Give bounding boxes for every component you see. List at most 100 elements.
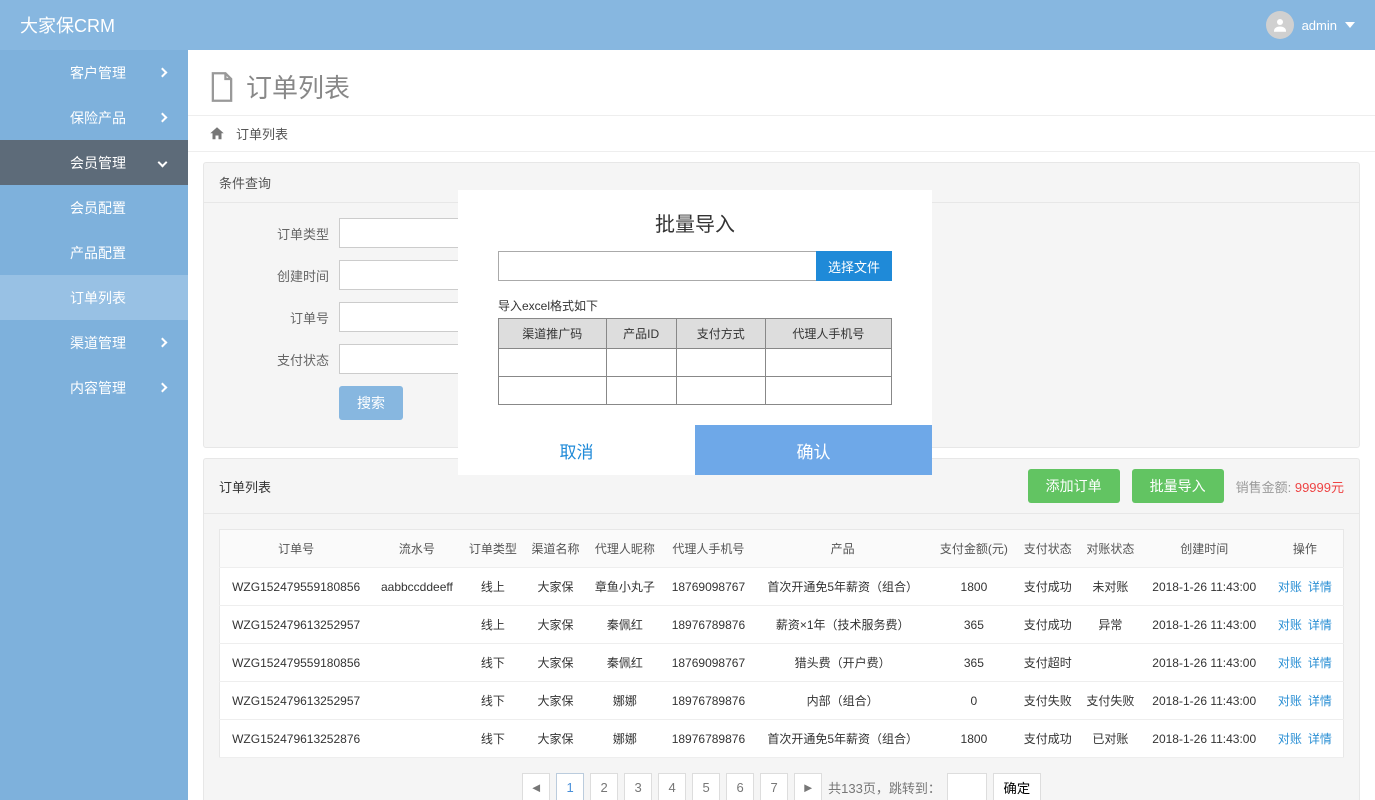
table-cell-actions: 对账详情 bbox=[1267, 644, 1344, 682]
table-cell: 2018-1-26 11:43:00 bbox=[1142, 568, 1267, 606]
example-header: 代理人手机号 bbox=[765, 319, 891, 349]
table-cell: WZG152479613252957 bbox=[220, 606, 373, 644]
table-cell: 猎头费（开户费） bbox=[754, 644, 931, 682]
table-cell bbox=[372, 720, 461, 758]
page-total-label: 共133页，跳转到： bbox=[828, 778, 941, 797]
sidebar-item-label: 渠道管理 bbox=[70, 333, 126, 353]
add-order-button[interactable]: 添加订单 bbox=[1028, 469, 1120, 503]
sidebar-item-member[interactable]: 会员管理 bbox=[0, 140, 188, 185]
table-row: WZG152479613252957线下大家保娜娜18976789876内部（组… bbox=[220, 682, 1344, 720]
file-path-input[interactable] bbox=[498, 251, 816, 281]
action-detail[interactable]: 详情 bbox=[1308, 656, 1332, 670]
modal-confirm-button[interactable]: 确认 bbox=[695, 425, 932, 475]
table-cell: 大家保 bbox=[524, 606, 587, 644]
table-cell: 18769098767 bbox=[663, 568, 754, 606]
caret-down-icon bbox=[1345, 22, 1355, 28]
page-number[interactable]: 7 bbox=[760, 773, 788, 800]
page-jump-input[interactable] bbox=[947, 773, 987, 800]
table-cell: 18976789876 bbox=[663, 720, 754, 758]
action-reconcile[interactable]: 对账 bbox=[1278, 694, 1302, 708]
table-cell: 线上 bbox=[462, 606, 525, 644]
table-cell bbox=[372, 644, 461, 682]
action-reconcile[interactable]: 对账 bbox=[1278, 580, 1302, 594]
page-number[interactable]: 4 bbox=[658, 773, 686, 800]
table-header: 订单类型 bbox=[462, 530, 525, 568]
home-icon[interactable] bbox=[208, 125, 226, 143]
sidebar-item-label: 会员配置 bbox=[70, 198, 126, 218]
choose-file-button[interactable]: 选择文件 bbox=[816, 251, 892, 281]
sidebar-item-label: 保险产品 bbox=[70, 108, 126, 128]
import-modal: 批量导入 选择文件 导入excel格式如下 渠道推广码产品ID支付方式代理人手机… bbox=[458, 190, 932, 475]
sidebar-item-insurance[interactable]: 保险产品 bbox=[0, 95, 188, 140]
table-cell: 大家保 bbox=[524, 644, 587, 682]
user-name: admin bbox=[1302, 18, 1337, 33]
table-header: 渠道名称 bbox=[524, 530, 587, 568]
search-button[interactable]: 搜索 bbox=[339, 386, 403, 420]
table-header: 订单号 bbox=[220, 530, 373, 568]
action-reconcile[interactable]: 对账 bbox=[1278, 656, 1302, 670]
table-cell-actions: 对账详情 bbox=[1267, 720, 1344, 758]
table-cell: 线上 bbox=[462, 568, 525, 606]
table-cell: WZG152479559180856 bbox=[220, 568, 373, 606]
sidebar-sub-product-config[interactable]: 产品配置 bbox=[0, 230, 188, 275]
sidebar-item-content[interactable]: 内容管理 bbox=[0, 365, 188, 410]
avatar-icon bbox=[1266, 11, 1294, 39]
page-number[interactable]: 5 bbox=[692, 773, 720, 800]
chevron-right-icon bbox=[158, 113, 168, 123]
modal-cancel-button[interactable]: 取消 bbox=[458, 425, 695, 475]
sidebar-sub-member-config[interactable]: 会员配置 bbox=[0, 185, 188, 230]
sidebar-item-channel[interactable]: 渠道管理 bbox=[0, 320, 188, 365]
page-number[interactable]: 3 bbox=[624, 773, 652, 800]
table-cell: 薪资×1年（技术服务费） bbox=[754, 606, 931, 644]
action-detail[interactable]: 详情 bbox=[1308, 618, 1332, 632]
table-cell: 异常 bbox=[1079, 606, 1142, 644]
table-header: 代理人昵称 bbox=[587, 530, 663, 568]
page-number[interactable]: 1 bbox=[556, 773, 584, 800]
action-detail[interactable]: 详情 bbox=[1308, 732, 1332, 746]
pagination: ◄ 1234567 ► 共133页，跳转到： 确定 bbox=[219, 758, 1344, 800]
table-cell: 未对账 bbox=[1079, 568, 1142, 606]
page-jump-button[interactable]: 确定 bbox=[993, 773, 1041, 800]
action-detail[interactable]: 详情 bbox=[1308, 694, 1332, 708]
table-cell: 娜娜 bbox=[587, 720, 663, 758]
table-cell bbox=[372, 682, 461, 720]
table-cell: 支付超时 bbox=[1016, 644, 1079, 682]
action-detail[interactable]: 详情 bbox=[1308, 580, 1332, 594]
table-cell-actions: 对账详情 bbox=[1267, 568, 1344, 606]
sidebar-item-customer[interactable]: 客户管理 bbox=[0, 50, 188, 95]
action-reconcile[interactable]: 对账 bbox=[1278, 618, 1302, 632]
import-hint: 导入excel格式如下 bbox=[498, 297, 892, 314]
page-next[interactable]: ► bbox=[794, 773, 822, 800]
table-cell-actions: 对账详情 bbox=[1267, 606, 1344, 644]
sidebar-item-label: 客户管理 bbox=[70, 63, 126, 83]
bulk-import-button[interactable]: 批量导入 bbox=[1132, 469, 1224, 503]
page-number[interactable]: 6 bbox=[726, 773, 754, 800]
table-cell: 支付成功 bbox=[1016, 568, 1079, 606]
example-header: 产品ID bbox=[606, 319, 676, 349]
page-prev[interactable]: ◄ bbox=[522, 773, 550, 800]
page-number[interactable]: 2 bbox=[590, 773, 618, 800]
label-orderno: 订单号 bbox=[219, 308, 339, 327]
table-cell: 章鱼小丸子 bbox=[587, 568, 663, 606]
sidebar-sub-order-list[interactable]: 订单列表 bbox=[0, 275, 188, 320]
table-cell: 线下 bbox=[462, 720, 525, 758]
table-cell: 18976789876 bbox=[663, 682, 754, 720]
document-icon bbox=[208, 71, 236, 103]
sidebar-item-label: 产品配置 bbox=[70, 243, 126, 263]
table-cell bbox=[372, 606, 461, 644]
modal-title: 批量导入 bbox=[458, 190, 932, 251]
user-menu[interactable]: admin bbox=[1266, 11, 1355, 39]
table-cell: aabbccddeeff bbox=[372, 568, 461, 606]
table-cell: 0 bbox=[931, 682, 1016, 720]
table-cell: 大家保 bbox=[524, 720, 587, 758]
table-cell: 线下 bbox=[462, 644, 525, 682]
table-cell: 首次开通免5年薪资（组合） bbox=[754, 568, 931, 606]
table-cell-actions: 对账详情 bbox=[1267, 682, 1344, 720]
chevron-down-icon bbox=[158, 158, 168, 168]
table-cell: WZG152479559180856 bbox=[220, 644, 373, 682]
table-cell: 365 bbox=[931, 644, 1016, 682]
table-cell: 支付失败 bbox=[1016, 682, 1079, 720]
order-table: 订单号流水号订单类型渠道名称代理人昵称代理人手机号产品支付金额(元)支付状态对账… bbox=[219, 529, 1344, 758]
action-reconcile[interactable]: 对账 bbox=[1278, 732, 1302, 746]
chevron-right-icon bbox=[158, 338, 168, 348]
